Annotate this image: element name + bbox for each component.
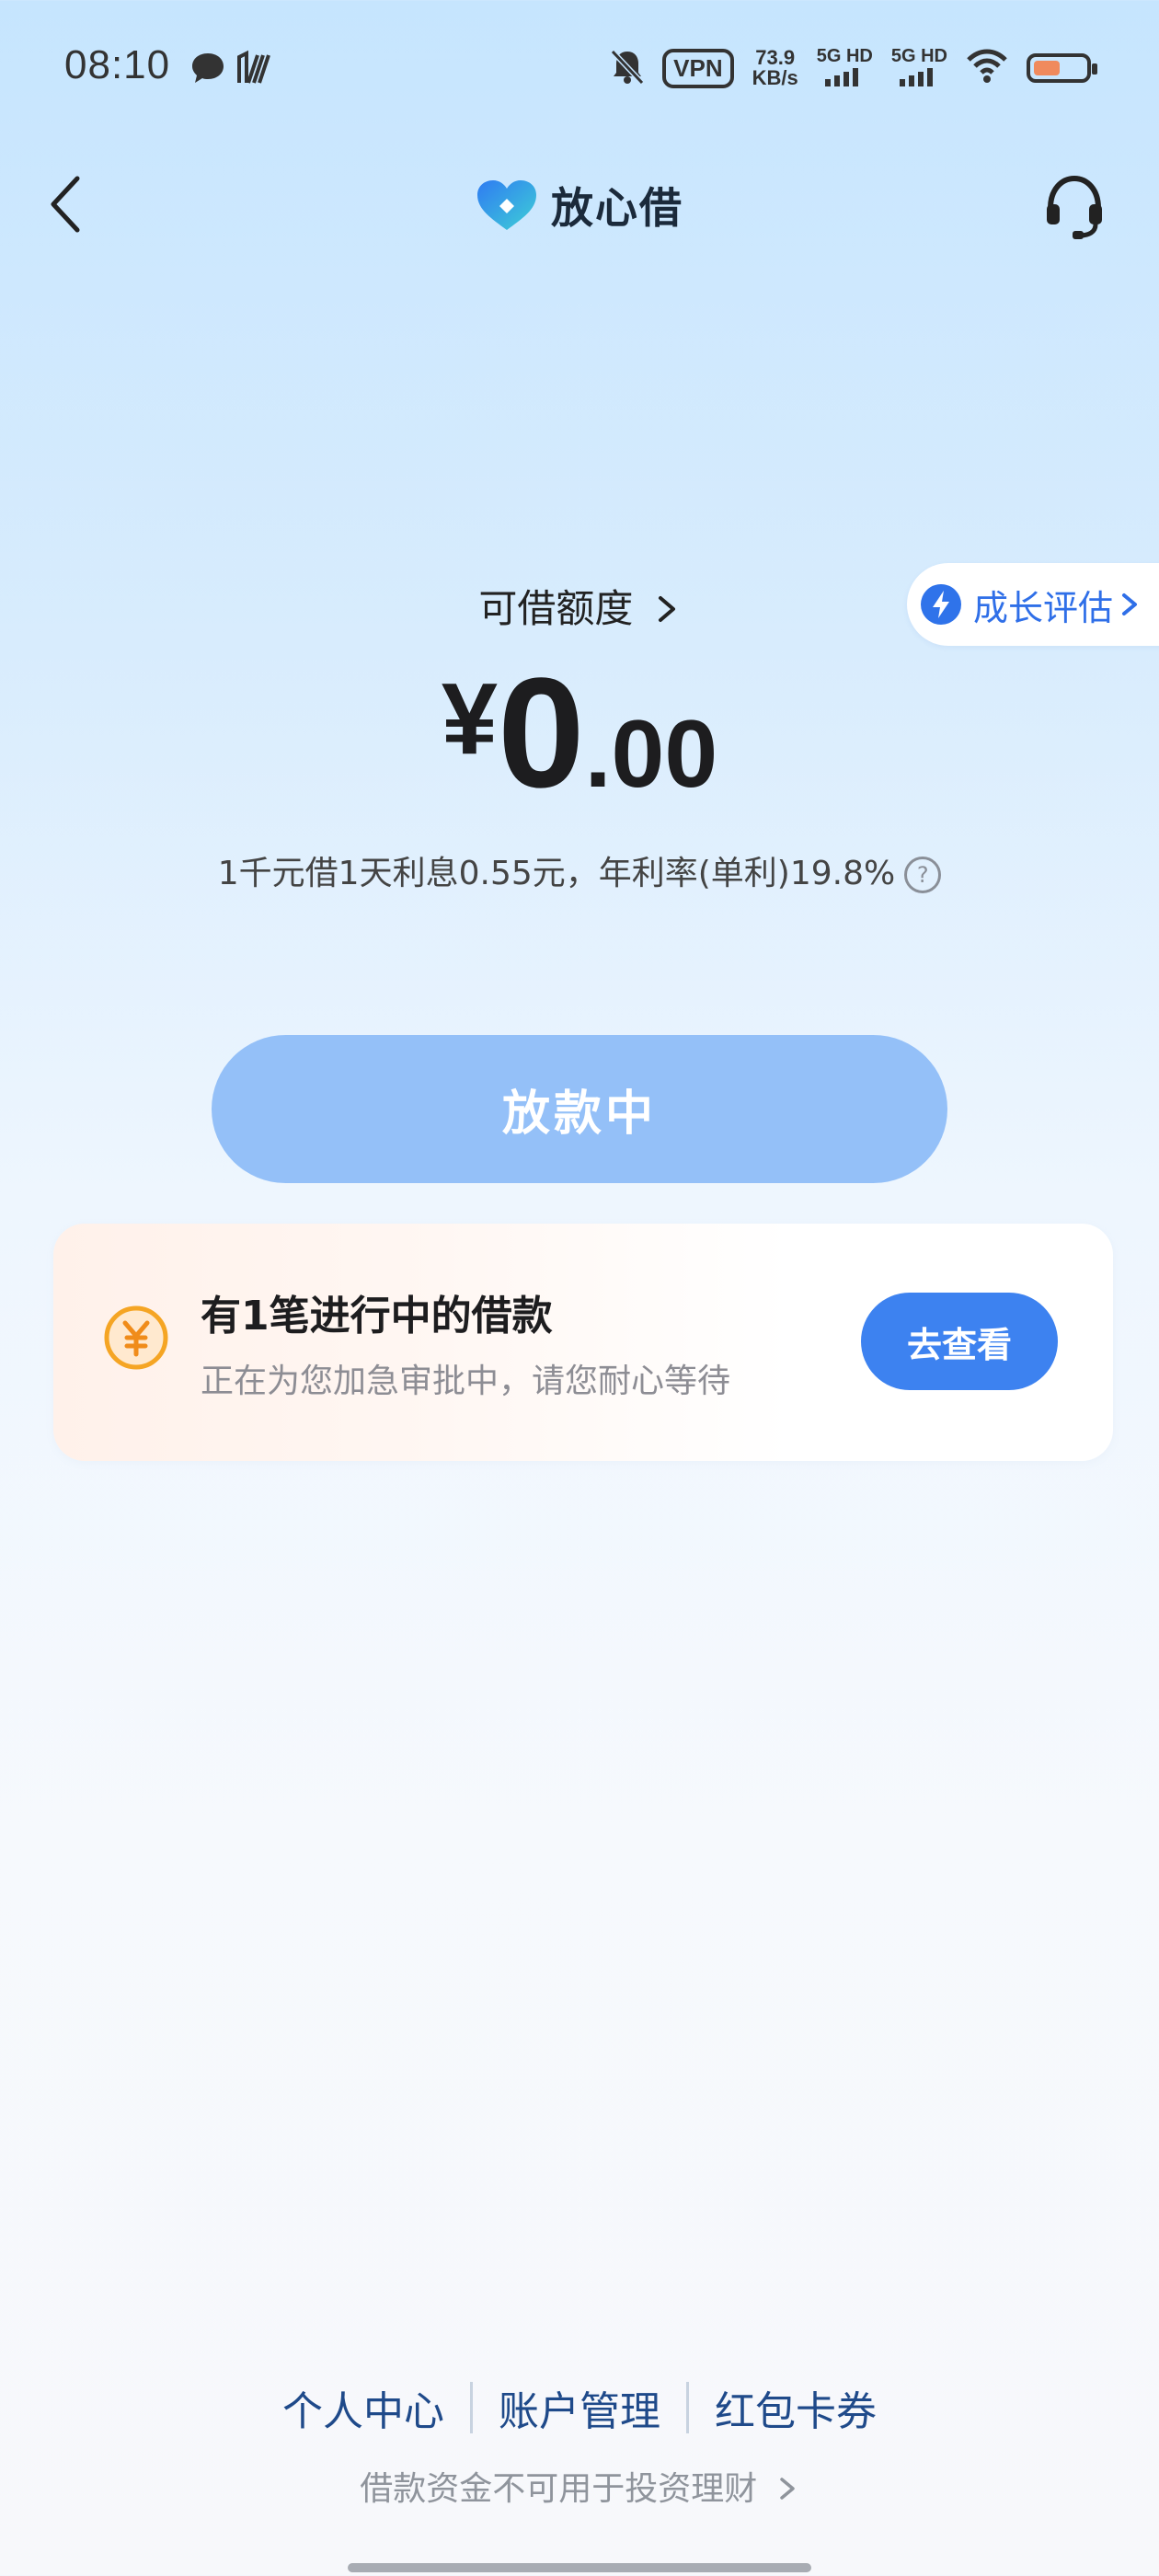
network-speed: 73.9 KB/s	[752, 48, 798, 88]
growth-assessment-button[interactable]: 成长评估	[907, 563, 1159, 646]
footer-links: 个人中心 账户管理 红包卡券	[0, 2378, 1159, 2437]
signal-bars-icon	[825, 67, 859, 86]
help-icon[interactable]: ?	[904, 857, 942, 893]
available-amount: ¥0.00	[0, 655, 1159, 811]
chevron-right-icon	[779, 2478, 795, 2500]
view-loan-button[interactable]: 去查看	[861, 1293, 1058, 1390]
currency-symbol: ¥	[441, 662, 499, 776]
signal-2-label: 5G HD	[890, 45, 947, 66]
message-icon	[189, 50, 226, 90]
chevron-right-icon	[658, 596, 675, 622]
app-notification-icon	[235, 50, 272, 90]
vpn-badge: VPN	[662, 48, 734, 88]
wifi-icon	[966, 49, 1008, 87]
growth-assessment-label: 成长评估	[973, 587, 1114, 628]
status-time: 08:10	[64, 42, 171, 87]
yuan-coin-icon	[103, 1305, 169, 1374]
headset-icon	[1047, 175, 1102, 239]
disbursing-button[interactable]: 放款中	[212, 1035, 947, 1183]
customer-service-button[interactable]	[1039, 171, 1109, 241]
brand-heart-logo-icon	[477, 180, 536, 230]
interest-rate-text: 1千元借1天利息0.55元，年利率(单利)19.8%	[217, 855, 896, 892]
coupons-link[interactable]: 红包卡券	[715, 2378, 877, 2437]
brand-title: 放心借	[0, 175, 1159, 236]
status-right: VPN 73.9 KB/s 5G HD 5G HD	[610, 44, 1097, 92]
account-management-link[interactable]: 账户管理	[499, 2378, 660, 2437]
home-indicator[interactable]	[348, 2563, 811, 2572]
brand-name: 放心借	[551, 183, 683, 233]
battery-icon	[1027, 53, 1097, 83]
lightning-icon	[921, 584, 961, 625]
footer-divider	[686, 2382, 689, 2433]
personal-center-link[interactable]: 个人中心	[282, 2378, 444, 2437]
footer-divider	[470, 2382, 473, 2433]
amount-decimal: .00	[584, 701, 718, 808]
signal-2: 5G HD	[891, 46, 947, 91]
disclaimer-link[interactable]: 借款资金不可用于投资理财	[0, 2462, 1159, 2510]
disclaimer-text: 借款资金不可用于投资理财	[360, 2470, 758, 2508]
loan-card-subtitle: 正在为您加急审批中，请您耐心等待	[201, 1363, 731, 1400]
signal-bars-icon	[900, 67, 934, 86]
signal-1: 5G HD	[817, 46, 873, 91]
speed-unit: KB/s	[752, 66, 798, 89]
credit-limit-label: 可借额度	[478, 586, 634, 631]
amount-integer: 0	[498, 646, 585, 821]
mute-bell-icon	[610, 48, 645, 88]
interest-rate-info: 1千元借1天利息0.55元，年利率(单利)19.8%?	[0, 846, 1159, 894]
loan-card-title: 有1笔进行中的借款	[201, 1293, 553, 1340]
signal-1-label: 5G HD	[816, 45, 873, 66]
chevron-right-icon	[1122, 593, 1138, 615]
